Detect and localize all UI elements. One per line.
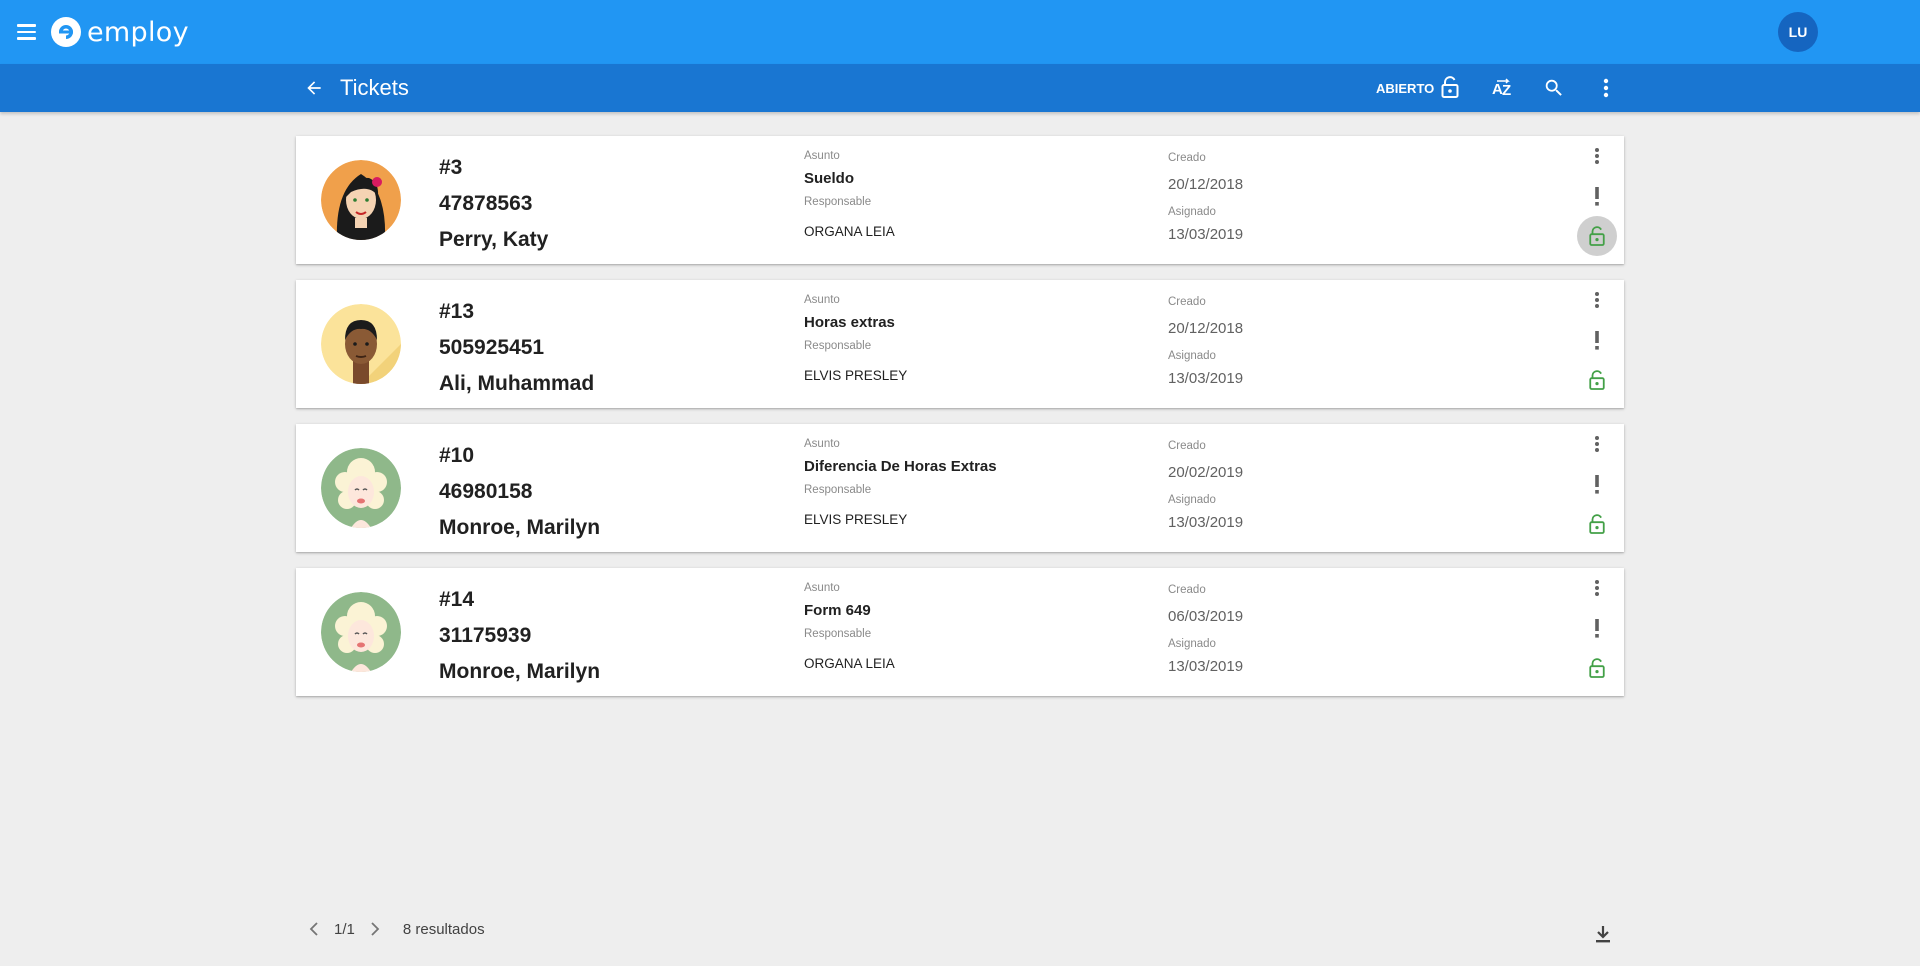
dates-column: Creado 20/02/2019 Asignado 13/03/2019	[1168, 438, 1418, 538]
logo-mark-icon	[51, 17, 81, 47]
priority-icon	[1586, 184, 1608, 208]
svg-text:Z: Z	[1502, 82, 1511, 99]
assigned-date: 13/03/2019	[1168, 514, 1244, 531]
subject-column: Asunto Diferencia De Horas Extras Respon…	[804, 436, 1134, 530]
avatar-woman-blonde	[321, 592, 401, 672]
search-icon[interactable]	[1540, 74, 1568, 102]
logo-text: employ	[87, 16, 189, 48]
subject-value: Diferencia De Horas Extras	[804, 458, 997, 475]
ticket-card[interactable]: #10 46980158 Monroe, Marilyn Asunto Dife…	[296, 424, 1624, 552]
subject-label: Asunto	[804, 582, 840, 594]
subject-value: Sueldo	[804, 170, 855, 187]
assigned-label: Asignado	[1168, 206, 1216, 218]
app-bar: employ LU	[0, 0, 1920, 64]
priority-icon	[1586, 616, 1608, 640]
dates-column: Creado 20/12/2018 Asignado 13/03/2019	[1168, 294, 1418, 394]
responsible-value: ELVIS PRESLEY	[804, 512, 908, 527]
subject-label: Asunto	[804, 438, 840, 450]
employee-name: Perry, Katy	[439, 228, 549, 251]
assigned-label: Asignado	[1168, 494, 1216, 506]
subject-value: Horas extras	[804, 314, 895, 331]
avatar-woman-blonde	[321, 448, 401, 528]
ticket-list: #3 47878563 Perry, Katy Asunto Sueldo Re…	[296, 136, 1624, 712]
subject-column: Asunto Sueldo Responsable ORGANA LEIA	[804, 148, 1134, 242]
subject-label: Asunto	[804, 294, 840, 306]
ticket-identity: #10 46980158 Monroe, Marilyn	[439, 438, 600, 546]
dates-column: Creado 06/03/2019 Asignado 13/03/2019	[1168, 582, 1418, 682]
more-vert-icon[interactable]	[1586, 144, 1608, 168]
subject-label: Asunto	[804, 150, 840, 162]
priority-icon	[1586, 328, 1608, 352]
assigned-date: 13/03/2019	[1168, 370, 1244, 387]
results-count: 8 resultados	[402, 920, 485, 938]
ticket-number: #10	[439, 444, 475, 467]
ticket-number: #3	[439, 156, 463, 179]
logo[interactable]: employ	[51, 15, 189, 49]
created-label: Creado	[1168, 152, 1206, 164]
assigned-date: 13/03/2019	[1168, 226, 1244, 243]
responsible-value: ELVIS PRESLEY	[804, 368, 908, 383]
employee-id: 47878563	[439, 192, 533, 215]
employee-id: 505925451	[439, 336, 545, 359]
responsible-label: Responsable	[804, 196, 872, 208]
dates-column: Creado 20/12/2018 Asignado 13/03/2019	[1168, 150, 1418, 250]
created-date: 20/02/2019	[1168, 464, 1244, 481]
responsible-value: ORGANA LEIA	[804, 224, 895, 239]
ticket-card[interactable]: #3 47878563 Perry, Katy Asunto Sueldo Re…	[296, 136, 1624, 264]
assigned-date: 13/03/2019	[1168, 658, 1244, 675]
pagination: 1/1 8 resultados	[300, 916, 485, 942]
ticket-identity: #13 505925451 Ali, Muhammad	[439, 294, 594, 402]
chevron-left-icon[interactable]	[300, 916, 328, 942]
assigned-label: Asignado	[1168, 638, 1216, 650]
created-date: 20/12/2018	[1168, 320, 1244, 337]
avatar-woman-dark-hair	[321, 160, 401, 240]
ticket-identity: #3 47878563 Perry, Katy	[439, 150, 548, 258]
employee-id: 46980158	[439, 480, 533, 503]
download-icon[interactable]	[1594, 920, 1612, 948]
responsible-label: Responsable	[804, 484, 872, 496]
employee-name: Ali, Muhammad	[439, 372, 595, 395]
page-toolbar: Tickets ABIERTO A Z	[0, 64, 1920, 112]
ticket-number: #13	[439, 300, 475, 323]
subject-value: Form 649	[804, 602, 871, 619]
lock-open-icon[interactable]	[1577, 648, 1617, 688]
subject-column: Asunto Form 649 Responsable ORGANA LEIA	[804, 580, 1134, 674]
page-indicator: 1/1	[334, 920, 355, 938]
status-filter-label: ABIERTO	[1376, 80, 1435, 96]
more-vert-icon[interactable]	[1586, 576, 1608, 600]
ticket-identity: #14 31175939 Monroe, Marilyn	[439, 582, 600, 690]
page-title: Tickets	[340, 75, 409, 100]
created-label: Creado	[1168, 296, 1206, 308]
lock-open-icon[interactable]	[1577, 216, 1617, 256]
employee-name: Monroe, Marilyn	[439, 660, 601, 683]
user-avatar[interactable]: LU	[1778, 12, 1818, 52]
menu-icon[interactable]	[12, 18, 40, 46]
created-label: Creado	[1168, 440, 1206, 452]
employee-name: Monroe, Marilyn	[439, 516, 601, 539]
lock-open-icon	[1440, 75, 1460, 101]
more-vert-icon[interactable]	[1592, 74, 1620, 102]
created-label: Creado	[1168, 584, 1206, 596]
lock-open-icon[interactable]	[1577, 360, 1617, 400]
chevron-right-icon[interactable]	[361, 916, 389, 942]
ticket-card[interactable]: #13 505925451 Ali, Muhammad Asunto Horas…	[296, 280, 1624, 408]
lock-open-icon[interactable]	[1577, 504, 1617, 544]
more-vert-icon[interactable]	[1586, 288, 1608, 312]
responsible-label: Responsable	[804, 628, 872, 640]
priority-icon	[1586, 472, 1608, 496]
arrow-back-icon[interactable]	[300, 76, 328, 100]
ticket-card[interactable]: #14 31175939 Monroe, Marilyn Asunto Form…	[296, 568, 1624, 696]
created-date: 06/03/2019	[1168, 608, 1244, 625]
more-vert-icon[interactable]	[1586, 432, 1608, 456]
sort-az-icon[interactable]: A Z	[1489, 74, 1517, 102]
employee-id: 31175939	[439, 624, 532, 647]
subject-column: Asunto Horas extras Responsable ELVIS PR…	[804, 292, 1134, 386]
avatar-man-dark-skin	[321, 304, 401, 384]
assigned-label: Asignado	[1168, 350, 1216, 362]
responsible-value: ORGANA LEIA	[804, 656, 895, 671]
responsible-label: Responsable	[804, 340, 872, 352]
created-date: 20/12/2018	[1168, 176, 1244, 193]
status-filter-button[interactable]: ABIERTO	[1376, 74, 1460, 102]
ticket-number: #14	[439, 588, 475, 611]
